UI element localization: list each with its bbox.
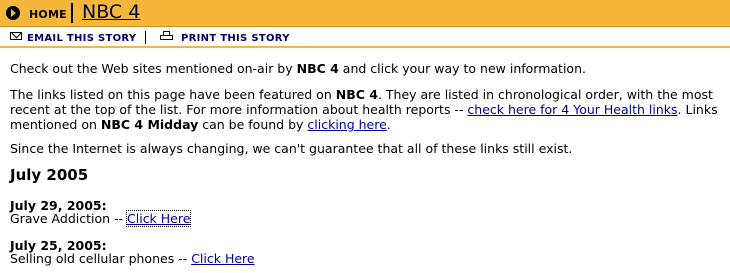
month-heading: July 2005 xyxy=(10,166,89,184)
tools-divider xyxy=(145,31,146,44)
email-story-link[interactable]: EMAIL THIS STORY xyxy=(27,33,136,44)
print-story-link[interactable]: PRINT THIS STORY xyxy=(181,33,290,44)
list-item: Selling old cellular phones -- Click Her… xyxy=(10,251,255,266)
midday-links-link[interactable]: clicking here xyxy=(307,117,386,132)
entry-link[interactable]: Click Here xyxy=(126,210,192,227)
intro-paragraph: Check out the Web sites mentioned on-air… xyxy=(10,61,586,76)
page-title[interactable]: NBC 4 xyxy=(82,1,140,23)
disclaimer-paragraph: Since the Internet is always changing, w… xyxy=(10,141,573,156)
home-arrow-icon[interactable] xyxy=(6,6,20,20)
printer-icon[interactable] xyxy=(160,31,173,41)
page: HOME NBC 4 EMAIL THIS STORY PRINT THIS S… xyxy=(0,0,730,273)
envelope-icon[interactable] xyxy=(10,32,22,40)
list-item: Grave Addiction -- Click Here xyxy=(10,210,192,227)
header-divider xyxy=(71,3,73,23)
description-paragraph: The links listed on this page have been … xyxy=(10,87,718,132)
home-link[interactable]: HOME xyxy=(29,8,67,21)
entry-link[interactable]: Click Here xyxy=(191,251,254,266)
health-links-link[interactable]: check here for 4 Your Health links xyxy=(467,102,677,117)
header-bar: HOME NBC 4 xyxy=(0,0,730,27)
story-tools: EMAIL THIS STORY PRINT THIS STORY xyxy=(0,27,730,48)
